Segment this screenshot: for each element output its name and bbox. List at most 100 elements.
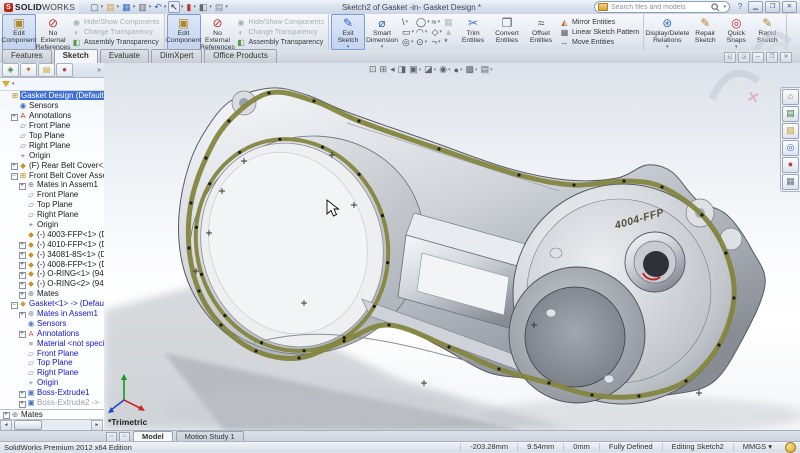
tab-sketch[interactable]: Sketch [54,49,98,63]
assembly-transparency-button[interactable]: ◧Assembly Transparency [72,38,160,47]
zoom-to-fit-button[interactable]: ⊡ [369,64,377,75]
smart-dimension-button[interactable]: ⌀ Smart Dimension ▾ [365,14,399,50]
tree-filter-row[interactable]: ▾ [0,78,104,91]
dropdown-icon[interactable]: ▾ [438,39,441,45]
tree-item[interactable]: +▣Boss-Extrude2 -> [0,398,104,408]
change-transparency-button[interactable]: ◐Change Transparency [237,28,325,37]
tree-item[interactable]: +⊕Mates [0,409,104,420]
expand-toggle-icon[interactable]: + [19,262,26,269]
tree-item[interactable]: ≡Material <not specified> [0,338,104,348]
expand-toggle-icon[interactable]: + [19,292,26,299]
doc-cascade-icon[interactable]: ◲ [738,52,750,63]
panel-tab-display-manager[interactable]: ● [56,63,73,77]
sketch-arc-tool[interactable]: ◠▾ [416,27,430,37]
tree-item[interactable]: ▱Front Plane [0,190,104,200]
panel-tabs-overflow-icon[interactable]: » [97,67,104,74]
task-pane-search-icon[interactable]: ◎ [782,140,799,156]
quick-snaps-button[interactable]: ◎ Quick Snaps ▾ [722,14,750,50]
expand-toggle-icon[interactable]: + [19,252,26,259]
sketch-slot-tool[interactable]: ◇▾ [432,27,442,37]
splitter-button[interactable]: ▭ [119,432,130,442]
scrollbar-thumb[interactable] [14,420,42,430]
sketch-polygon-tool[interactable]: ▲ [444,27,453,37]
graphics-area[interactable]: 4004-FFP ⊡⊞◂◨▣▾◪▾◉▾●▾▩▾▤▾ ✕ ⌂▤▨◎●▦ *Trim… [104,63,800,430]
tab-evaluate[interactable]: Evaluate [100,49,149,63]
tree-item[interactable]: ◉Sensors [0,101,104,111]
scroll-left-icon[interactable]: ◄ [0,420,12,431]
panel-tab-property-manager[interactable]: ✦ [20,63,37,77]
task-pane-solidworks-resources-icon[interactable]: ⌂ [782,89,799,105]
dropdown-icon[interactable]: ▾ [181,4,184,10]
dropdown-icon[interactable]: ▾ [193,4,196,10]
move-entities-button[interactable]: ↔Move Entities [560,38,639,47]
dropdown-icon[interactable]: ▾ [164,4,167,10]
dropdown-icon[interactable]: ▾ [425,29,428,35]
search-dropdown-icon[interactable]: ▾ [723,4,726,10]
view-settings-button[interactable]: ▤▾ [481,64,493,75]
view-orientation-button[interactable]: ▣▾ [409,64,421,75]
dropdown-icon[interactable]: ▾ [438,19,441,25]
edit-component-button[interactable]: ▣ Edit Component [167,14,201,50]
tree-item[interactable]: −◆Gasket<1> -> (Default<<D [0,299,104,309]
open-icon[interactable]: ▤ [105,2,116,12]
task-pane-appearances-icon[interactable]: ● [782,157,799,173]
zoom-to-area-button[interactable]: ⊞ [380,64,388,75]
tree-item[interactable]: ◆(-) 4003-FFP<1> (Defau [0,229,104,239]
sketch-ellipse-tool[interactable]: ▦ [444,17,453,27]
tree-item[interactable]: +AAnnotations [0,328,104,338]
tree-item[interactable]: +⊕Mates in Assem1 [0,180,104,190]
trim-entities-button[interactable]: ✂ Trim Entities [456,14,490,50]
help-icon[interactable]: ? [734,2,746,12]
tree-item[interactable]: ▱Top Plane [0,131,104,141]
dropdown-icon[interactable]: ▾ [440,29,443,35]
edit-appearance-button[interactable]: ●▾ [454,65,463,75]
expand-toggle-icon[interactable]: + [19,282,26,289]
assembly-transparency-button[interactable]: ◧Assembly Transparency [237,38,325,47]
search-box[interactable]: Search files and models ▾ [594,1,730,13]
tree-item[interactable]: −⊞Front Belt Cover Assembly< [0,170,104,180]
close-button[interactable]: ✕ [782,1,797,13]
no-external-references-button[interactable]: ⊘ No External References [201,14,235,50]
tree-item[interactable]: ⊞Gasket Design (Default<Displa [0,91,104,101]
sketch-fillet-tool[interactable]: ◎▾ [402,37,414,47]
tree-item[interactable]: +▣Boss-Extrude1 [0,388,104,398]
mirror-entities-button[interactable]: ◭Mirror Entities [560,18,639,27]
expand-toggle-icon[interactable]: − [11,302,18,309]
linear-sketch-pattern-button[interactable]: ▦Linear Sketch Pattern [560,28,639,37]
doc-restore-icon[interactable]: ◱ [724,52,736,63]
panel-tab-feature-manager[interactable]: ◈ [2,63,19,77]
exit-sketch-button[interactable]: ✎ Exit Sketch ▾ [331,14,365,50]
undo-icon[interactable]: ↶ [153,2,163,12]
dropdown-icon[interactable]: ▾ [149,4,152,10]
expand-toggle-icon[interactable]: + [11,114,18,121]
tree-item[interactable]: +Origin [0,150,104,160]
tree-item[interactable]: +⊕Mates in Assem1 [0,309,104,319]
filter-dropdown-icon[interactable]: ▾ [12,81,15,87]
task-pane-design-library-icon[interactable]: ▤ [782,106,799,122]
tree-item[interactable]: +◆(-) 4008-FFP<1> (Defau [0,259,104,269]
tab-dimxpert[interactable]: DimXpert [151,49,202,63]
search-icon[interactable] [711,3,720,12]
dropdown-icon[interactable]: ▾ [475,67,478,73]
sketch-circle-tool[interactable]: ◯▾ [416,17,430,27]
task-pane-custom-properties-icon[interactable]: ▦ [782,174,799,190]
apply-scene-button[interactable]: ▩▾ [466,64,478,75]
dropdown-icon[interactable]: ▾ [225,4,228,10]
scroll-right-icon[interactable]: ► [91,420,103,431]
dropdown-icon[interactable]: ▾ [460,67,463,73]
panel-tab-configuration-manager[interactable]: ▤ [38,63,55,77]
tree-item[interactable]: +◆(-) O-RING<2> (9452K7 [0,279,104,289]
expand-toggle-icon[interactable]: + [19,242,26,249]
new-icon[interactable]: ▢ [89,2,100,12]
section-view-button[interactable]: ◨ [398,64,407,75]
task-pane-file-explorer-icon[interactable]: ▨ [782,123,799,139]
minimize-button[interactable]: ▁ [748,1,763,13]
dropdown-icon[interactable]: ▾ [406,19,409,25]
edit-component-button[interactable]: ▣ Edit Component [2,14,36,50]
tree-item[interactable]: +AAnnotations [0,111,104,121]
sketch-rectangle-tool[interactable]: ▭▾ [402,27,414,37]
tree-item[interactable]: ◉Sensors [0,318,104,328]
expand-toggle-icon[interactable]: + [19,331,26,338]
dropdown-icon[interactable]: ▾ [412,29,415,35]
tab-office-products[interactable]: Office Products [204,49,277,63]
